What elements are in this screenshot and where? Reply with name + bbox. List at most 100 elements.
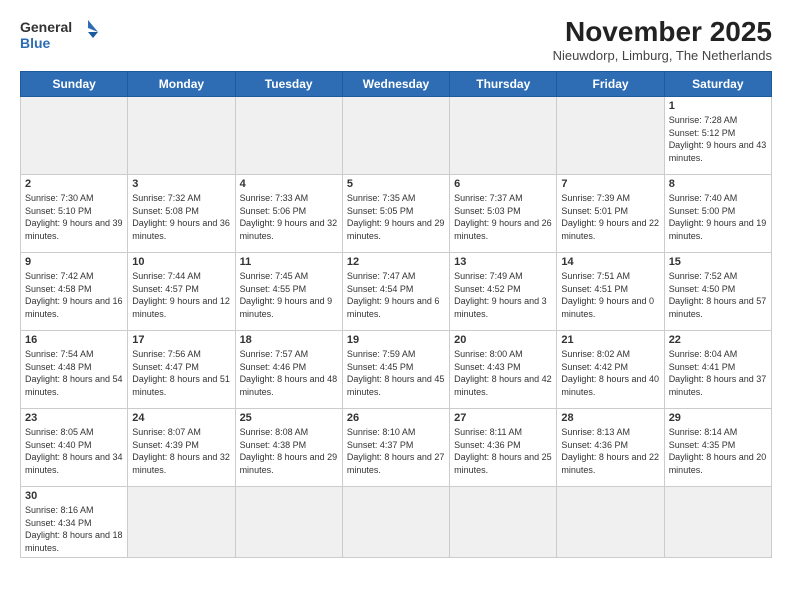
logo: General Blue	[20, 16, 100, 60]
calendar-cell: 28 Sunrise: 8:13 AM Sunset: 4:36 PM Dayli…	[557, 409, 664, 487]
page: General Blue November 2025 Nieuwdorp, Li…	[0, 0, 792, 568]
calendar-cell: 11 Sunrise: 7:45 AM Sunset: 4:55 PM Dayli…	[235, 253, 342, 331]
calendar-cell	[557, 97, 664, 175]
calendar-cell	[128, 97, 235, 175]
day-info: Sunrise: 7:56 AM Sunset: 4:47 PM Dayligh…	[132, 348, 230, 398]
day-info: Sunrise: 8:04 AM Sunset: 4:41 PM Dayligh…	[669, 348, 767, 398]
day-info: Sunrise: 7:37 AM Sunset: 5:03 PM Dayligh…	[454, 192, 552, 242]
calendar-cell	[664, 487, 771, 558]
day-number: 21	[561, 334, 659, 346]
calendar-cell	[450, 97, 557, 175]
day-info: Sunrise: 7:51 AM Sunset: 4:51 PM Dayligh…	[561, 270, 659, 320]
calendar-cell: 9Sunrise: 7:42 AM Sunset: 4:58 PM Daylig…	[21, 253, 128, 331]
day-number: 29	[669, 412, 767, 424]
day-info: Sunrise: 7:59 AM Sunset: 4:45 PM Dayligh…	[347, 348, 445, 398]
day-info: Sunrise: 7:54 AM Sunset: 4:48 PM Dayligh…	[25, 348, 123, 398]
calendar-cell	[450, 487, 557, 558]
day-number: 7	[561, 178, 659, 190]
calendar-cell: 20 Sunrise: 8:00 AM Sunset: 4:43 PM Dayli…	[450, 331, 557, 409]
day-info: Sunrise: 8:00 AM Sunset: 4:43 PM Dayligh…	[454, 348, 552, 398]
calendar-cell: 30 Sunrise: 8:16 AM Sunset: 4:34 PM Dayli…	[21, 487, 128, 558]
calendar-cell: 16 Sunrise: 7:54 AM Sunset: 4:48 PM Dayli…	[21, 331, 128, 409]
calendar-cell: 25 Sunrise: 8:08 AM Sunset: 4:38 PM Dayli…	[235, 409, 342, 487]
day-info: Sunrise: 7:57 AM Sunset: 4:46 PM Dayligh…	[240, 348, 338, 398]
calendar-cell: 7 Sunrise: 7:39 AM Sunset: 5:01 PM Daylig…	[557, 175, 664, 253]
day-number: 6	[454, 178, 552, 190]
day-number: 11	[240, 256, 338, 268]
calendar-cell: 13Sunrise: 7:49 AM Sunset: 4:52 PM Dayli…	[450, 253, 557, 331]
header: General Blue November 2025 Nieuwdorp, Li…	[20, 16, 772, 63]
day-info: Sunrise: 8:13 AM Sunset: 4:36 PM Dayligh…	[561, 426, 659, 476]
day-info: Sunrise: 7:33 AM Sunset: 5:06 PM Dayligh…	[240, 192, 338, 242]
day-info: Sunrise: 8:14 AM Sunset: 4:35 PM Dayligh…	[669, 426, 767, 476]
col-header-sunday: Sunday	[21, 72, 128, 97]
day-number: 18	[240, 334, 338, 346]
day-info: Sunrise: 7:42 AM Sunset: 4:58 PM Dayligh…	[25, 270, 123, 320]
day-number: 26	[347, 412, 445, 424]
col-header-saturday: Saturday	[664, 72, 771, 97]
day-number: 4	[240, 178, 338, 190]
day-info: Sunrise: 8:02 AM Sunset: 4:42 PM Dayligh…	[561, 348, 659, 398]
calendar-cell: 10 Sunrise: 7:44 AM Sunset: 4:57 PM Dayli…	[128, 253, 235, 331]
calendar-cell	[235, 97, 342, 175]
day-info: Sunrise: 8:08 AM Sunset: 4:38 PM Dayligh…	[240, 426, 338, 476]
col-header-friday: Friday	[557, 72, 664, 97]
calendar-cell: 2 Sunrise: 7:30 AM Sunset: 5:10 PM Daylig…	[21, 175, 128, 253]
day-info: Sunrise: 7:52 AM Sunset: 4:50 PM Dayligh…	[669, 270, 767, 320]
day-info: Sunrise: 7:39 AM Sunset: 5:01 PM Dayligh…	[561, 192, 659, 242]
day-number: 10	[132, 256, 230, 268]
calendar-cell	[342, 97, 449, 175]
day-number: 20	[454, 334, 552, 346]
day-number: 25	[240, 412, 338, 424]
day-number: 27	[454, 412, 552, 424]
calendar-table: SundayMondayTuesdayWednesdayThursdayFrid…	[20, 71, 772, 558]
calendar-cell: 24 Sunrise: 8:07 AM Sunset: 4:39 PM Dayli…	[128, 409, 235, 487]
day-number: 5	[347, 178, 445, 190]
calendar-cell: 5 Sunrise: 7:35 AM Sunset: 5:05 PM Daylig…	[342, 175, 449, 253]
calendar-cell: 17Sunrise: 7:56 AM Sunset: 4:47 PM Dayli…	[128, 331, 235, 409]
day-number: 28	[561, 412, 659, 424]
month-title: November 2025	[553, 16, 772, 48]
calendar-cell: 18 Sunrise: 7:57 AM Sunset: 4:46 PM Dayli…	[235, 331, 342, 409]
day-info: Sunrise: 7:44 AM Sunset: 4:57 PM Dayligh…	[132, 270, 230, 320]
calendar-cell: 19 Sunrise: 7:59 AM Sunset: 4:45 PM Dayli…	[342, 331, 449, 409]
day-number: 16	[25, 334, 123, 346]
day-number: 23	[25, 412, 123, 424]
calendar-cell: 29 Sunrise: 8:14 AM Sunset: 4:35 PM Dayli…	[664, 409, 771, 487]
day-number: 30	[25, 490, 123, 502]
calendar-cell: 12 Sunrise: 7:47 AM Sunset: 4:54 PM Dayli…	[342, 253, 449, 331]
calendar-cell: 6 Sunrise: 7:37 AM Sunset: 5:03 PM Daylig…	[450, 175, 557, 253]
svg-text:General: General	[20, 19, 72, 35]
col-header-thursday: Thursday	[450, 72, 557, 97]
calendar-cell: 8Sunrise: 7:40 AM Sunset: 5:00 PM Daylig…	[664, 175, 771, 253]
day-info: Sunrise: 8:10 AM Sunset: 4:37 PM Dayligh…	[347, 426, 445, 476]
calendar-cell: 22 Sunrise: 8:04 AM Sunset: 4:41 PM Dayli…	[664, 331, 771, 409]
day-info: Sunrise: 8:11 AM Sunset: 4:36 PM Dayligh…	[454, 426, 552, 476]
logo-svg: General Blue	[20, 16, 100, 60]
day-info: Sunrise: 8:07 AM Sunset: 4:39 PM Dayligh…	[132, 426, 230, 476]
day-info: Sunrise: 8:16 AM Sunset: 4:34 PM Dayligh…	[25, 504, 123, 554]
day-info: Sunrise: 7:45 AM Sunset: 4:55 PM Dayligh…	[240, 270, 338, 320]
calendar-cell	[21, 97, 128, 175]
calendar-cell: 3Sunrise: 7:32 AM Sunset: 5:08 PM Daylig…	[128, 175, 235, 253]
day-number: 14	[561, 256, 659, 268]
day-number: 8	[669, 178, 767, 190]
day-info: Sunrise: 7:35 AM Sunset: 5:05 PM Dayligh…	[347, 192, 445, 242]
calendar-cell: 15Sunrise: 7:52 AM Sunset: 4:50 PM Dayli…	[664, 253, 771, 331]
day-info: Sunrise: 7:30 AM Sunset: 5:10 PM Dayligh…	[25, 192, 123, 242]
subtitle: Nieuwdorp, Limburg, The Netherlands	[553, 48, 772, 63]
day-number: 2	[25, 178, 123, 190]
col-header-monday: Monday	[128, 72, 235, 97]
day-number: 22	[669, 334, 767, 346]
day-number: 12	[347, 256, 445, 268]
calendar-cell	[235, 487, 342, 558]
calendar-cell	[342, 487, 449, 558]
calendar-cell: 1 Sunrise: 7:28 AM Sunset: 5:12 PM Daylig…	[664, 97, 771, 175]
day-info: Sunrise: 7:28 AM Sunset: 5:12 PM Dayligh…	[669, 114, 767, 164]
calendar-cell	[557, 487, 664, 558]
day-info: Sunrise: 7:32 AM Sunset: 5:08 PM Dayligh…	[132, 192, 230, 242]
day-number: 1	[669, 100, 767, 112]
day-info: Sunrise: 7:47 AM Sunset: 4:54 PM Dayligh…	[347, 270, 445, 320]
day-number: 19	[347, 334, 445, 346]
day-number: 24	[132, 412, 230, 424]
